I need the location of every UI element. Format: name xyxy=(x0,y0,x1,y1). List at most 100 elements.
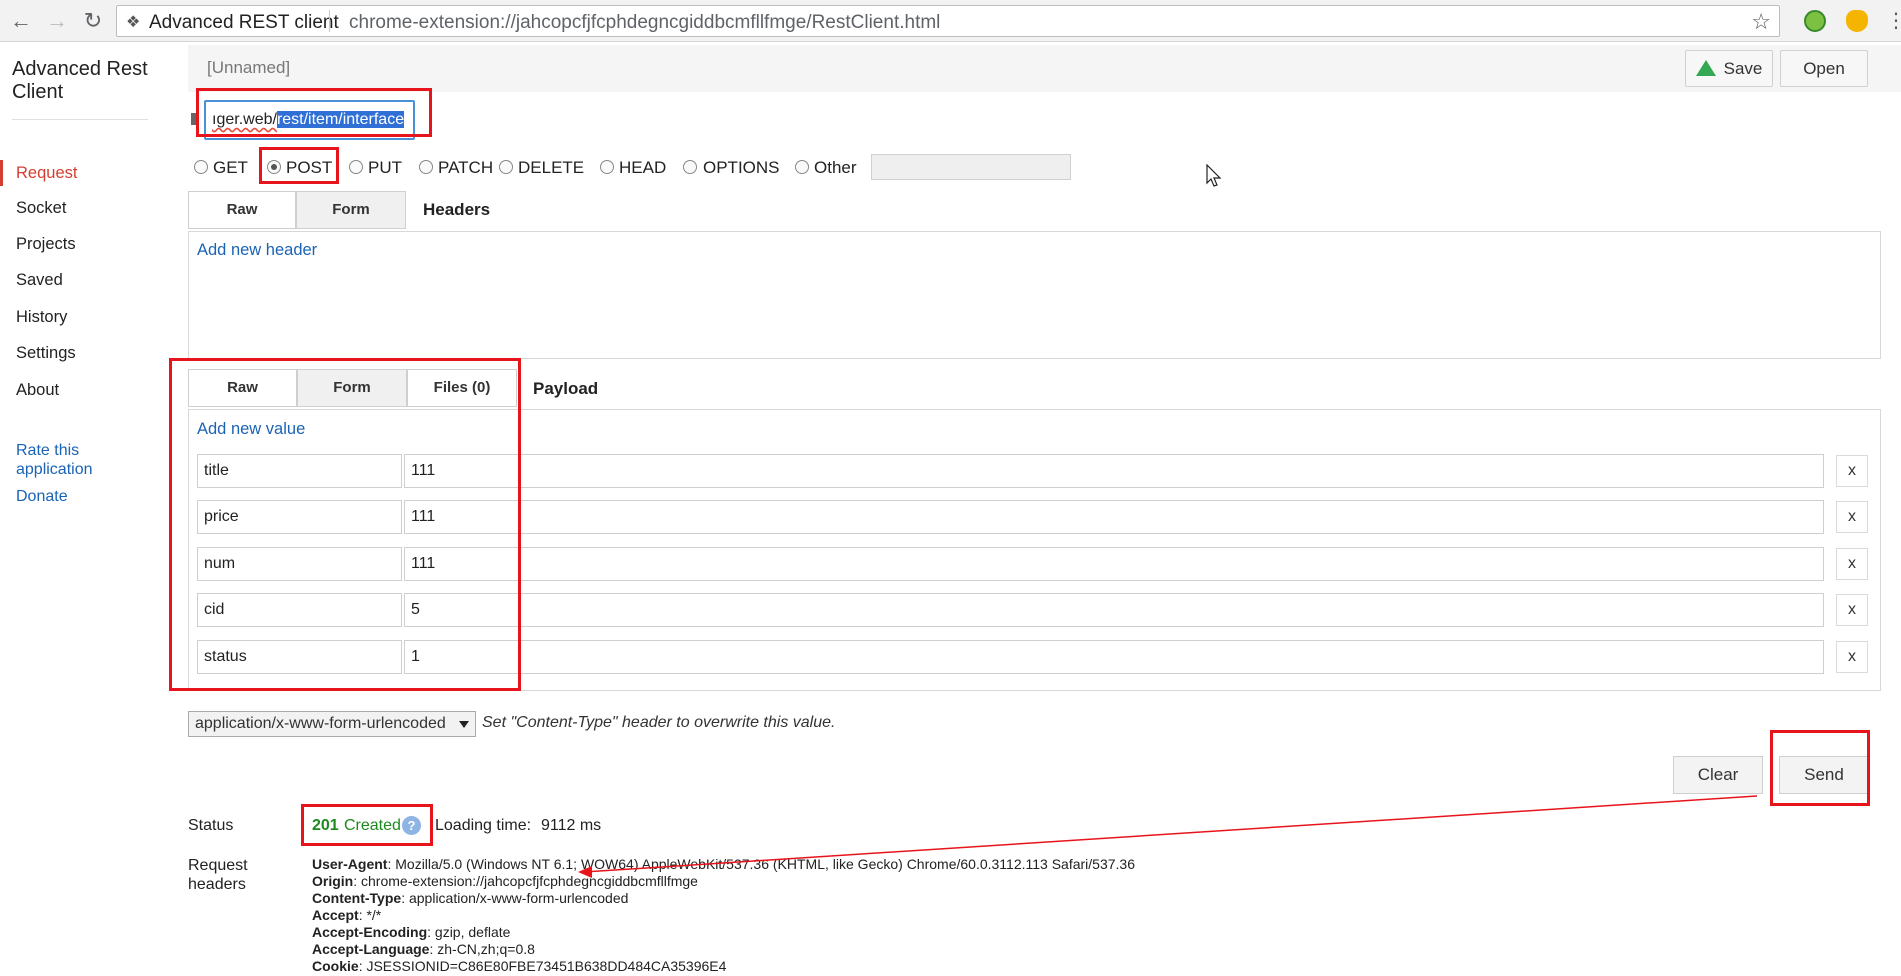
payload-tab-files[interactable]: Files (0) xyxy=(407,369,517,407)
payload-key-field[interactable]: num xyxy=(197,547,402,581)
clear-button[interactable]: Clear xyxy=(1673,756,1763,794)
sidebar-item-saved[interactable]: Saved xyxy=(16,271,63,290)
request-header-line: Origin: chrome-extension://jahcopcfjfcph… xyxy=(312,873,698,889)
extension-green-icon[interactable] xyxy=(1804,10,1826,32)
add-value-link[interactable]: Add new value xyxy=(197,420,305,439)
forward-arrow-icon[interactable]: → xyxy=(44,8,70,34)
sidebar-item-request[interactable]: Request xyxy=(16,164,77,183)
method-label-options: OPTIONS xyxy=(703,158,780,177)
remove-row-button[interactable]: x xyxy=(1836,455,1868,487)
payload-title: Payload xyxy=(533,379,599,398)
browser-toolbar: ← → ↻ ❖ Advanced REST client chrome-exte… xyxy=(0,0,1901,42)
header-name: Accept-Language xyxy=(312,941,430,957)
request-header-line: Cookie: JSESSIONID=C86E80FBE73451B638DD4… xyxy=(312,958,727,974)
content-type-select[interactable]: application/x-www-form-urlencoded xyxy=(188,711,476,737)
back-arrow-icon[interactable]: ← xyxy=(8,8,34,34)
donate-link[interactable]: Donate xyxy=(16,487,136,506)
method-radio-put[interactable] xyxy=(349,160,363,174)
extension-hand-icon[interactable] xyxy=(1846,10,1868,32)
status-code: 201 xyxy=(312,817,339,834)
sidebar-item-projects[interactable]: Projects xyxy=(16,235,76,254)
payload-tab-form[interactable]: Form xyxy=(297,369,407,407)
remove-row-button[interactable]: x xyxy=(1836,548,1868,580)
sidebar-item-history[interactable]: History xyxy=(16,308,67,327)
method-radio-options[interactable] xyxy=(683,160,697,174)
method-label-delete: DELETE xyxy=(518,158,585,177)
address-url[interactable]: chrome-extension://jahcopcfjfcphdegncgid… xyxy=(349,12,940,34)
payload-value-field[interactable]: 111 xyxy=(404,454,1824,488)
method-label-head: HEAD xyxy=(619,158,667,177)
sidebar: Advanced Rest Client Request Socket Proj… xyxy=(0,42,188,976)
method-radio-post[interactable] xyxy=(267,160,281,174)
header-name: Accept xyxy=(312,907,359,923)
payload-value-field[interactable]: 111 xyxy=(404,547,1824,581)
header-name: Cookie xyxy=(312,958,359,974)
header-value: zh-CN,zh;q=0.8 xyxy=(437,941,535,957)
send-button[interactable]: Send xyxy=(1779,756,1869,794)
payload-key-field[interactable]: cid xyxy=(197,593,402,627)
dropdown-arrow-icon xyxy=(459,721,469,728)
app-title: Advanced Rest Client xyxy=(12,58,148,103)
request-header-line: Accept-Encoding: gzip, deflate xyxy=(312,924,511,940)
address-separator xyxy=(329,10,330,32)
method-label-get: GET xyxy=(213,158,248,177)
method-label-other: Other xyxy=(814,158,857,177)
remove-row-button[interactable]: x xyxy=(1836,594,1868,626)
site-name: Advanced REST client xyxy=(149,12,339,33)
header-name: Origin xyxy=(312,873,354,889)
mouse-cursor-icon xyxy=(1206,164,1222,187)
headers-tab-raw[interactable]: Raw xyxy=(188,191,296,229)
method-label-post: POST xyxy=(286,158,333,177)
payload-value-field[interactable]: 1 xyxy=(404,640,1824,674)
open-button[interactable]: Open xyxy=(1780,50,1868,87)
header-value: JSESSIONID=C86E80FBE73451B638DD484CA3539… xyxy=(366,958,727,974)
payload-key-field[interactable]: status xyxy=(197,640,402,674)
header-value: Mozilla/5.0 (Windows NT 6.1; WOW64) Appl… xyxy=(395,856,1135,872)
payload-tab-raw[interactable]: Raw xyxy=(188,369,297,407)
payload-key-field[interactable]: title xyxy=(197,454,402,488)
save-label: Save xyxy=(1723,59,1763,78)
header-name: Accept-Encoding xyxy=(312,924,428,940)
url-input[interactable]: ıger.web/rest/item/interface xyxy=(204,100,415,140)
headers-panel xyxy=(188,231,1881,359)
sidebar-item-settings[interactable]: Settings xyxy=(16,344,76,363)
payload-key-field[interactable]: price xyxy=(197,500,402,534)
rate-app-link[interactable]: Rate this application xyxy=(16,441,136,479)
status-label: Status xyxy=(188,817,234,834)
method-radio-get[interactable] xyxy=(194,160,208,174)
url-text: ıger.web/ xyxy=(212,111,277,128)
menu-icon[interactable]: ⋮ xyxy=(1886,8,1901,33)
save-button[interactable]: Save xyxy=(1685,50,1773,87)
loading-time-value: 9112 ms xyxy=(541,817,602,834)
request-header-line: Accept-Language: zh-CN,zh;q=0.8 xyxy=(312,941,535,957)
header-value: chrome-extension://jahcopcfjfcphdegncgid… xyxy=(361,873,698,889)
remove-row-button[interactable]: x xyxy=(1836,501,1868,533)
header-name: Content-Type xyxy=(312,890,402,906)
request-toolbar: [Unnamed] Save Open xyxy=(188,45,1901,92)
request-headers-label: Request headers xyxy=(188,857,248,893)
sidebar-item-about[interactable]: About xyxy=(16,381,59,400)
reload-icon[interactable]: ↻ xyxy=(80,8,106,34)
request-header-line: User-Agent: Mozilla/5.0 (Windows NT 6.1;… xyxy=(312,856,1135,872)
help-icon[interactable]: ? xyxy=(402,816,421,835)
method-radio-other[interactable] xyxy=(795,160,809,174)
content-type-hint: Set "Content-Type" header to overwrite t… xyxy=(482,714,836,731)
method-label-patch: PATCH xyxy=(438,158,494,177)
method-radio-head[interactable] xyxy=(600,160,614,174)
method-radio-delete[interactable] xyxy=(499,160,513,174)
address-bar[interactable]: ❖ Advanced REST client chrome-extension:… xyxy=(116,5,1780,37)
request-header-line: Content-Type: application/x-www-form-url… xyxy=(312,890,629,906)
remove-row-button[interactable]: x xyxy=(1836,641,1868,673)
method-radio-patch[interactable] xyxy=(419,160,433,174)
payload-value-field[interactable]: 5 xyxy=(404,593,1824,627)
header-value: */* xyxy=(366,907,382,923)
star-icon[interactable]: ☆ xyxy=(1751,9,1771,35)
headers-tab-form[interactable]: Form xyxy=(296,191,406,229)
add-header-link[interactable]: Add new header xyxy=(197,241,317,260)
request-name[interactable]: [Unnamed] xyxy=(207,58,290,78)
other-method-input[interactable] xyxy=(871,154,1071,180)
header-name: User-Agent xyxy=(312,856,388,872)
sidebar-item-socket[interactable]: Socket xyxy=(16,199,66,218)
payload-value-field[interactable]: 111 xyxy=(404,500,1824,534)
url-handle xyxy=(191,113,196,125)
